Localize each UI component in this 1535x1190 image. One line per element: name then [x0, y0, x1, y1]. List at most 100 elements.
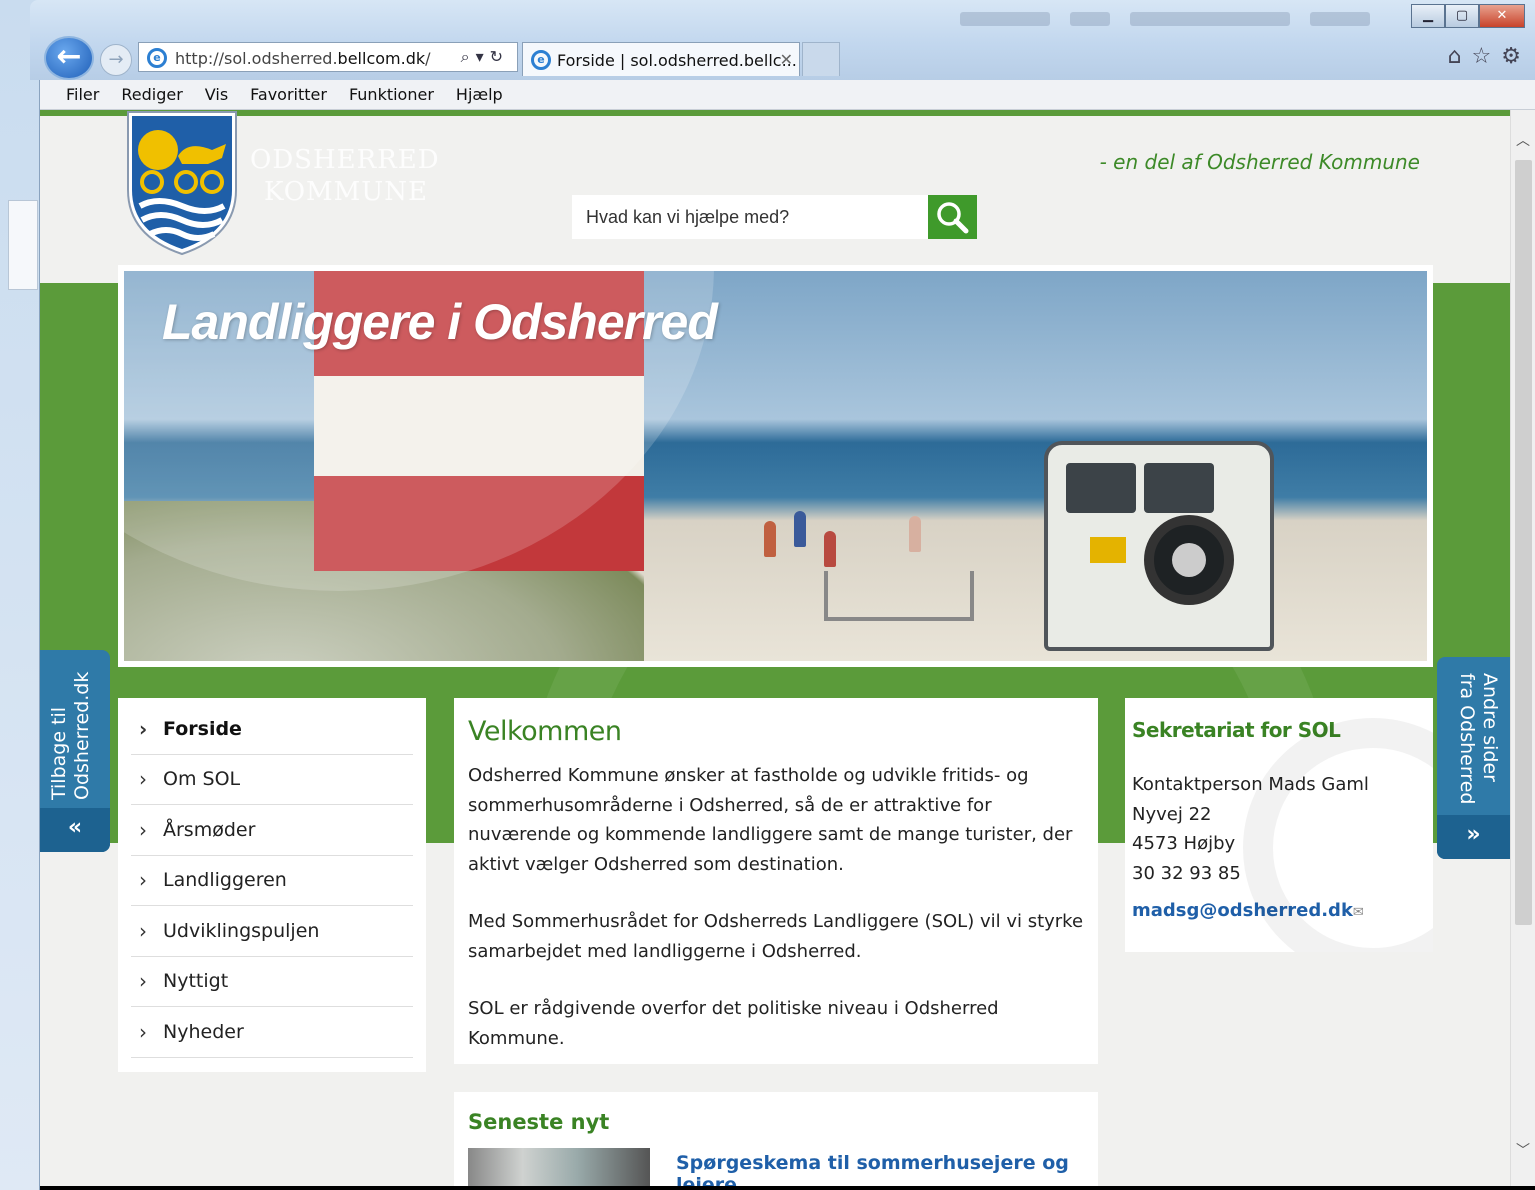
hero-person	[794, 511, 806, 547]
menu-view[interactable]: Vis	[205, 85, 228, 104]
chevron-right-icon: ›	[139, 716, 148, 741]
nav-item-forside[interactable]: › Forside	[131, 704, 413, 755]
double-chevron-right-icon[interactable]: »	[1437, 815, 1510, 859]
nav-item-nyheder[interactable]: › Nyheder	[131, 1007, 413, 1058]
blurred-toolbar	[1310, 12, 1370, 26]
hero-person	[824, 531, 836, 567]
contact-panel: Sekretariat for SOL Kontaktperson Mads G…	[1125, 698, 1433, 952]
nav-item-arsmoder[interactable]: › Årsmøder	[131, 805, 413, 856]
chevron-right-icon: ›	[139, 817, 147, 842]
logo-wordmark: ODSHERRED KOMMUNE	[250, 144, 440, 208]
vertical-scrollbar[interactable]: ︿ ﹀	[1510, 110, 1535, 1186]
search-input[interactable]	[572, 195, 928, 239]
blurred-toolbar	[1130, 12, 1290, 26]
menu-file[interactable]: Filer	[66, 85, 99, 104]
ie-favicon-icon: e	[147, 48, 167, 68]
settings-gear-icon[interactable]: ⚙	[1501, 44, 1521, 69]
other-odsherred-sites-tab[interactable]: Andre sider fra Odsherred »	[1437, 657, 1510, 859]
favorites-star-icon[interactable]: ☆	[1472, 44, 1492, 69]
latest-news-panel: Seneste nyt Spørgeskema til sommerhuseje…	[454, 1092, 1098, 1186]
maximize-button[interactable]: ▢	[1445, 4, 1479, 28]
forward-button[interactable]: →	[100, 44, 132, 76]
refresh-icon[interactable]: ↻	[490, 47, 509, 66]
back-button[interactable]: ←	[44, 36, 94, 80]
new-tab-button[interactable]	[802, 42, 840, 76]
nav-item-label: Forside	[163, 717, 242, 740]
hero-banner: Landliggere i Odsherred	[118, 265, 1433, 667]
nav-item-landliggeren[interactable]: › Landliggeren	[131, 856, 413, 906]
dropdown-icon[interactable]: ▾	[476, 47, 490, 66]
odsherred-crest-logo[interactable]	[124, 110, 240, 256]
window-controls: ▁ ▢ ✕	[1411, 4, 1525, 28]
chevron-right-icon: ›	[139, 918, 147, 943]
welcome-paragraph-3: SOL er rådgivende overfor det politiske …	[468, 998, 999, 1049]
blurred-toolbar	[960, 12, 1050, 26]
nav-item-label: Landliggeren	[163, 869, 287, 892]
double-chevron-left-icon[interactable]: «	[40, 808, 110, 852]
logo-line-2: KOMMUNE	[264, 177, 428, 207]
search-icon	[937, 202, 969, 234]
search-icon[interactable]: ⌕	[461, 47, 476, 66]
contact-person: Kontaktperson Mads Gaml	[1132, 774, 1369, 795]
mail-icon: ✉	[1352, 905, 1364, 920]
scroll-down-icon[interactable]: ﹀	[1516, 1140, 1530, 1160]
hero-person	[909, 516, 921, 552]
menu-bar: Filer Rediger Vis Favoritter Funktioner …	[40, 80, 1535, 110]
background-window-strip	[0, 0, 40, 1190]
search-button[interactable]	[928, 195, 977, 239]
hero-person	[764, 521, 776, 557]
scrollbar-thumb[interactable]	[1515, 160, 1532, 925]
menu-favorites[interactable]: Favoritter	[250, 85, 327, 104]
nav-item-label: Udviklingspuljen	[163, 919, 320, 942]
nav-item-label: Årsmøder	[163, 818, 256, 841]
hero-trailer	[824, 571, 974, 621]
menu-edit[interactable]: Rediger	[121, 85, 182, 104]
chevron-right-icon: ›	[139, 1019, 147, 1044]
contact-phone: 30 32 93 85	[1132, 862, 1241, 884]
close-window-button[interactable]: ✕	[1479, 4, 1525, 28]
blurred-toolbar	[1070, 12, 1110, 26]
side-navigation: › Forside › Om SOL › Årsmøder › Landliggeren…	[118, 698, 426, 1072]
back-to-odsherred-label: Tilbage til Odsherred.dk	[48, 671, 93, 800]
hero-license-plate	[1090, 537, 1126, 563]
site-tagline[interactable]: - en del af Odsherred Kommune	[1100, 150, 1420, 174]
nav-item-nyttigt[interactable]: › Nyttigt	[131, 957, 413, 1007]
hero-jeep	[1044, 441, 1274, 651]
hero-title: Landliggere i Odsherred	[162, 294, 718, 350]
browser-window: ▁ ▢ ✕ ← → e http://sol.odsherred.bellcom…	[0, 0, 1535, 1190]
tab-title: Forside | sol.odsherred.bellc...	[557, 51, 797, 70]
news-item-link[interactable]: Spørgeskema til sommerhusejere og lejere	[676, 1152, 1098, 1186]
contact-heading: Sekretariat for SOL	[1132, 718, 1341, 742]
minimize-button[interactable]: ▁	[1411, 4, 1445, 28]
page-viewport: ODSHERRED KOMMUNE - en del af Odsherred …	[40, 110, 1510, 1186]
welcome-paragraph-2: Med Sommerhusrådet for Odsherreds Landli…	[468, 911, 1084, 962]
chevron-right-icon: ›	[139, 767, 147, 792]
contact-email-link[interactable]: madsg@odsherred.dk✉	[1132, 900, 1364, 921]
scroll-up-icon[interactable]: ︿	[1516, 130, 1530, 150]
ie-favicon-icon: e	[531, 50, 551, 70]
menu-tools[interactable]: Funktioner	[349, 85, 434, 104]
chevron-right-icon: ›	[139, 969, 147, 994]
address-tools[interactable]: ⌕▾↻	[461, 47, 509, 67]
logo-line-1: ODSHERRED	[250, 145, 440, 175]
nav-item-udviklingspuljen[interactable]: › Udviklingspuljen	[131, 906, 413, 957]
browser-tab[interactable]: e Forside | sol.odsherred.bellc... ✕	[522, 42, 800, 76]
contact-city: 4573 Højby	[1132, 833, 1236, 854]
browser-toolbar-icons: ⌂ ☆ ⚙	[1448, 44, 1521, 69]
news-thumbnail[interactable]	[468, 1148, 650, 1186]
address-bar[interactable]: e http://sol.odsherred.bellcom.dk/ ⌕▾↻	[138, 42, 518, 72]
back-to-odsherred-tab[interactable]: Tilbage til Odsherred.dk «	[40, 650, 110, 852]
welcome-panel: Velkommen Odsherred Kommune ønsker at fa…	[454, 698, 1098, 1064]
chevron-right-icon: ›	[139, 868, 147, 893]
background-window-fragment	[8, 200, 38, 290]
contact-street: Nyvej 22	[1132, 803, 1212, 825]
latest-news-heading: Seneste nyt	[468, 1110, 610, 1134]
home-icon[interactable]: ⌂	[1448, 44, 1462, 69]
url-text: http://sol.odsherred.bellcom.dk/	[175, 49, 431, 68]
nav-item-label: Nyttigt	[163, 970, 229, 993]
top-accent-line	[40, 110, 1510, 116]
nav-item-om-sol[interactable]: › Om SOL	[131, 755, 413, 805]
page-title: Velkommen	[468, 716, 622, 747]
close-tab-icon[interactable]: ✕	[780, 50, 793, 69]
menu-help[interactable]: Hjælp	[456, 85, 503, 104]
